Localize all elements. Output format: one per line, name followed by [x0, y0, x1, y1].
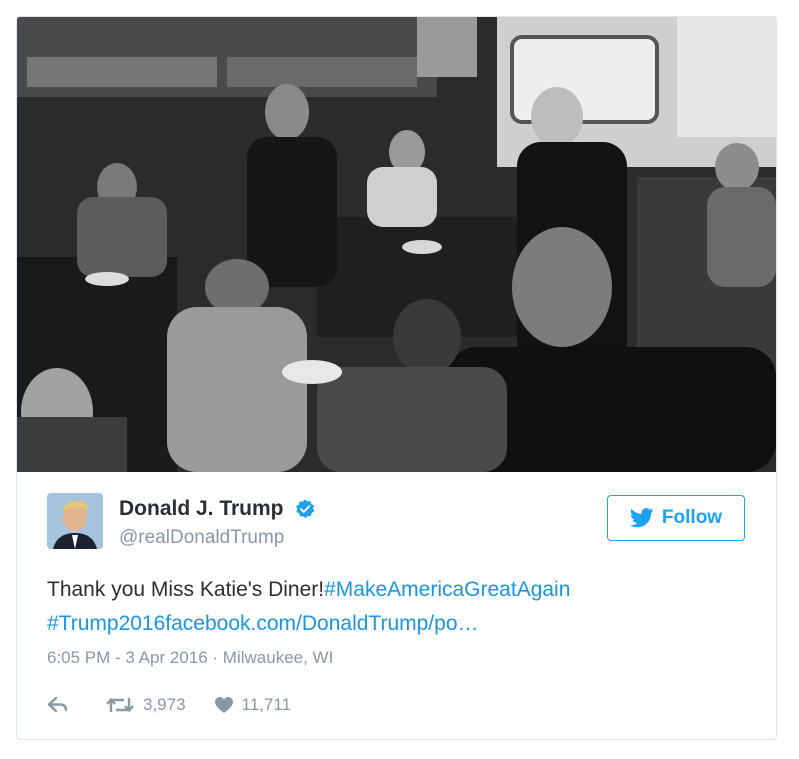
follow-button-label: Follow	[661, 507, 723, 528]
like-count: 11,711	[241, 695, 292, 714]
tweet-text: Thank you Miss Katie's Diner!#MakeAmeric…	[47, 573, 747, 641]
retweet-count: 3,973	[143, 695, 186, 714]
follow-button[interactable]: Follow	[607, 495, 745, 541]
heart-icon	[214, 697, 233, 713]
meta-separator: ·	[212, 648, 219, 667]
location[interactable]: Milwaukee, WI	[223, 648, 334, 667]
tweet-text-plain: Thank you Miss Katie's Diner!	[47, 578, 325, 601]
tweet-photo[interactable]	[17, 17, 776, 472]
hashtag-link[interactable]: #MakeAmericaGreatAgain	[324, 578, 570, 601]
external-link[interactable]: facebook.com/DonaldTrump/po…	[165, 612, 478, 635]
reply-icon	[47, 696, 68, 713]
tweet-card: Donald J. Trump @realDonaldTrump Follow …	[16, 16, 777, 740]
avatar-image	[47, 493, 103, 549]
like-button[interactable]: 11,711	[214, 695, 291, 715]
hashtag-link[interactable]: #Trump2016	[47, 612, 165, 635]
tweet-author: Donald J. Trump @realDonaldTrump	[47, 493, 547, 553]
tweet-actions: 3,973 11,711	[47, 693, 319, 717]
reply-button[interactable]	[47, 696, 77, 714]
timestamp[interactable]: 6:05 PM - 3 Apr 2016	[47, 648, 208, 667]
retweet-icon	[106, 698, 134, 712]
author-name[interactable]: Donald J. Trump	[119, 497, 284, 521]
author-name-row: Donald J. Trump	[119, 497, 316, 521]
avatar[interactable]	[47, 493, 103, 549]
tweet-meta: 6:05 PM - 3 Apr 2016 · Milwaukee, WI	[47, 648, 333, 668]
retweet-button[interactable]: 3,973	[105, 695, 186, 715]
diner-photo-illustration	[17, 17, 776, 472]
author-handle[interactable]: @realDonaldTrump	[119, 527, 284, 549]
twitter-bird-icon	[629, 508, 654, 528]
verified-badge-icon	[296, 499, 315, 519]
